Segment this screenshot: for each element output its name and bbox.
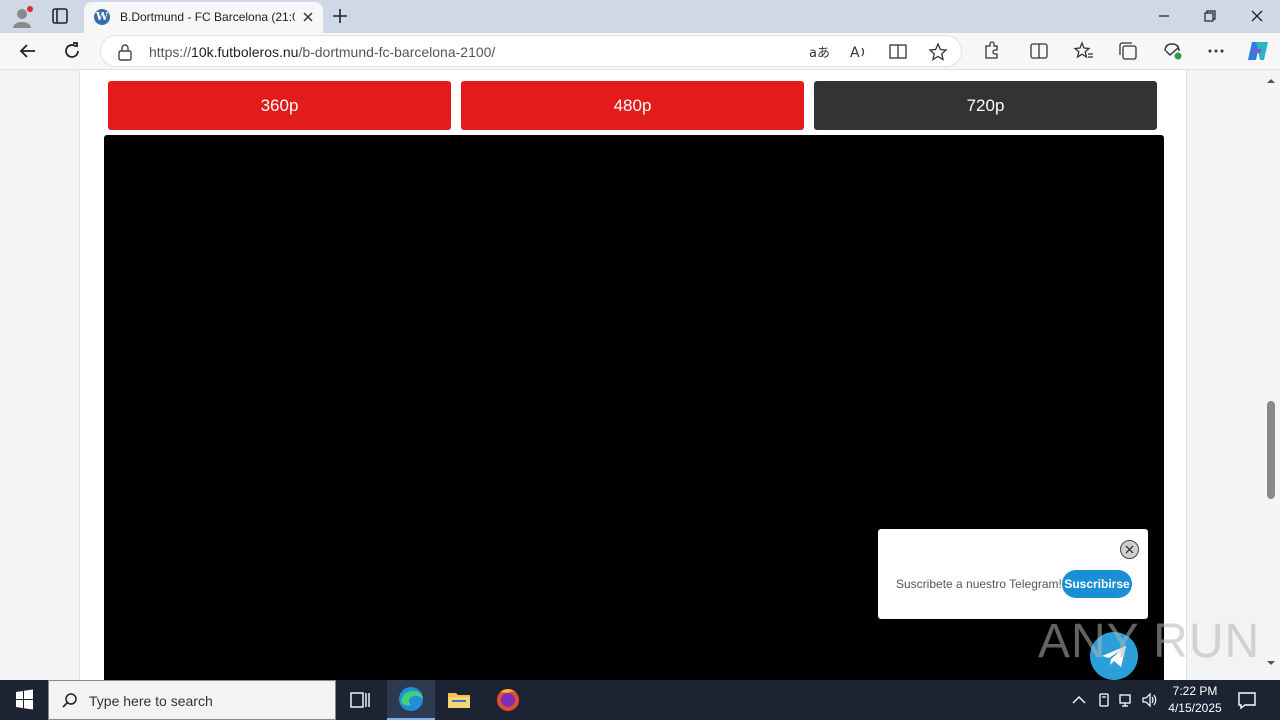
close-tab-icon[interactable] [300,9,316,25]
url-path: /b-dortmund-fc-barcelona-2100/ [298,44,496,60]
profile-icon[interactable] [10,5,34,29]
taskbar-clock[interactable]: 7:22 PM 4/15/2025 [1160,683,1230,717]
url-scheme: https:// [149,44,192,60]
search-icon [62,693,77,708]
edge-icon [399,687,423,711]
new-tab-icon[interactable] [330,6,350,26]
tab-actions-icon[interactable] [50,6,70,26]
quality-360p-button[interactable]: 360p [108,81,451,130]
clock-date: 4/15/2025 [1168,701,1222,715]
file-explorer-icon[interactable] [435,680,483,720]
quality-480p-button[interactable]: 480p [461,81,804,130]
lock-icon[interactable] [117,43,133,61]
url-text[interactable]: https://10k.futboleros.nu/b-dortmund-fc-… [149,44,495,60]
svg-text:aあ: aあ [809,46,829,61]
favorites-icon[interactable] [1073,40,1095,62]
popup-close-button[interactable] [1120,540,1139,559]
favorite-star-icon[interactable] [927,41,949,63]
windows-start-icon[interactable] [0,680,48,720]
copilot-icon[interactable] [1246,39,1270,63]
subscribe-button[interactable]: Suscribirse [1062,570,1132,598]
browser-toolbar: https://10k.futboleros.nu/b-dortmund-fc-… [0,33,1280,70]
close-window-icon[interactable] [1247,6,1267,26]
taskbar-edge-app[interactable] [387,680,435,720]
task-view-icon[interactable] [336,680,384,720]
anyrun-watermark: ANY RUN [1038,615,1261,668]
extensions-icon[interactable] [980,40,1002,62]
translate-icon[interactable]: aあ [807,41,829,63]
scroll-up-icon[interactable] [1266,76,1276,86]
browser-essentials-icon[interactable] [1161,40,1183,62]
browser-title-bar: W B.Dortmund - FC Barcelona (21:0 [0,0,1280,33]
telegram-popup: Suscribete a nuestro Telegram! Suscribir… [878,529,1148,619]
tab-active[interactable]: W B.Dortmund - FC Barcelona (21:0 [84,2,323,33]
back-icon[interactable] [17,40,39,62]
refresh-icon[interactable] [61,40,83,62]
taskbar-search-box[interactable]: Type here to search [48,680,336,720]
restore-icon[interactable] [1200,6,1220,26]
volume-icon[interactable] [1141,691,1159,709]
more-menu-icon[interactable] [1205,40,1227,62]
network-icon[interactable] [1118,691,1136,709]
notification-icon[interactable] [1236,690,1258,710]
search-placeholder: Type here to search [89,693,213,709]
svg-text:A: A [850,45,860,61]
collections-icon[interactable] [1117,40,1139,62]
immersive-reader-icon[interactable] [887,41,909,63]
scroll-down-icon[interactable] [1266,658,1276,668]
minimize-icon[interactable] [1154,6,1174,26]
wordpress-icon: W [94,9,110,25]
firefox-icon[interactable] [484,680,532,720]
read-aloud-icon[interactable]: A [847,41,869,63]
tray-chevron-up-icon[interactable] [1070,691,1088,709]
quality-720p-button[interactable]: 720p [814,81,1157,130]
telegram-message: Suscribete a nuestro Telegram! [896,577,1062,591]
clock-time: 7:22 PM [1172,684,1218,698]
page-scrollbar[interactable] [1262,70,1280,680]
windows-taskbar: Type here to search 7:22 PM 4/15/2025 [0,680,1280,720]
tray-device-icon[interactable] [1095,691,1113,709]
split-screen-icon[interactable] [1028,40,1050,62]
close-icon [1125,545,1134,554]
scroll-thumb[interactable] [1267,401,1275,499]
address-bar[interactable]: https://10k.futboleros.nu/b-dortmund-fc-… [100,35,962,67]
url-host: 10k.futboleros.nu [191,44,299,60]
tab-title: B.Dortmund - FC Barcelona (21:0 [120,10,295,24]
